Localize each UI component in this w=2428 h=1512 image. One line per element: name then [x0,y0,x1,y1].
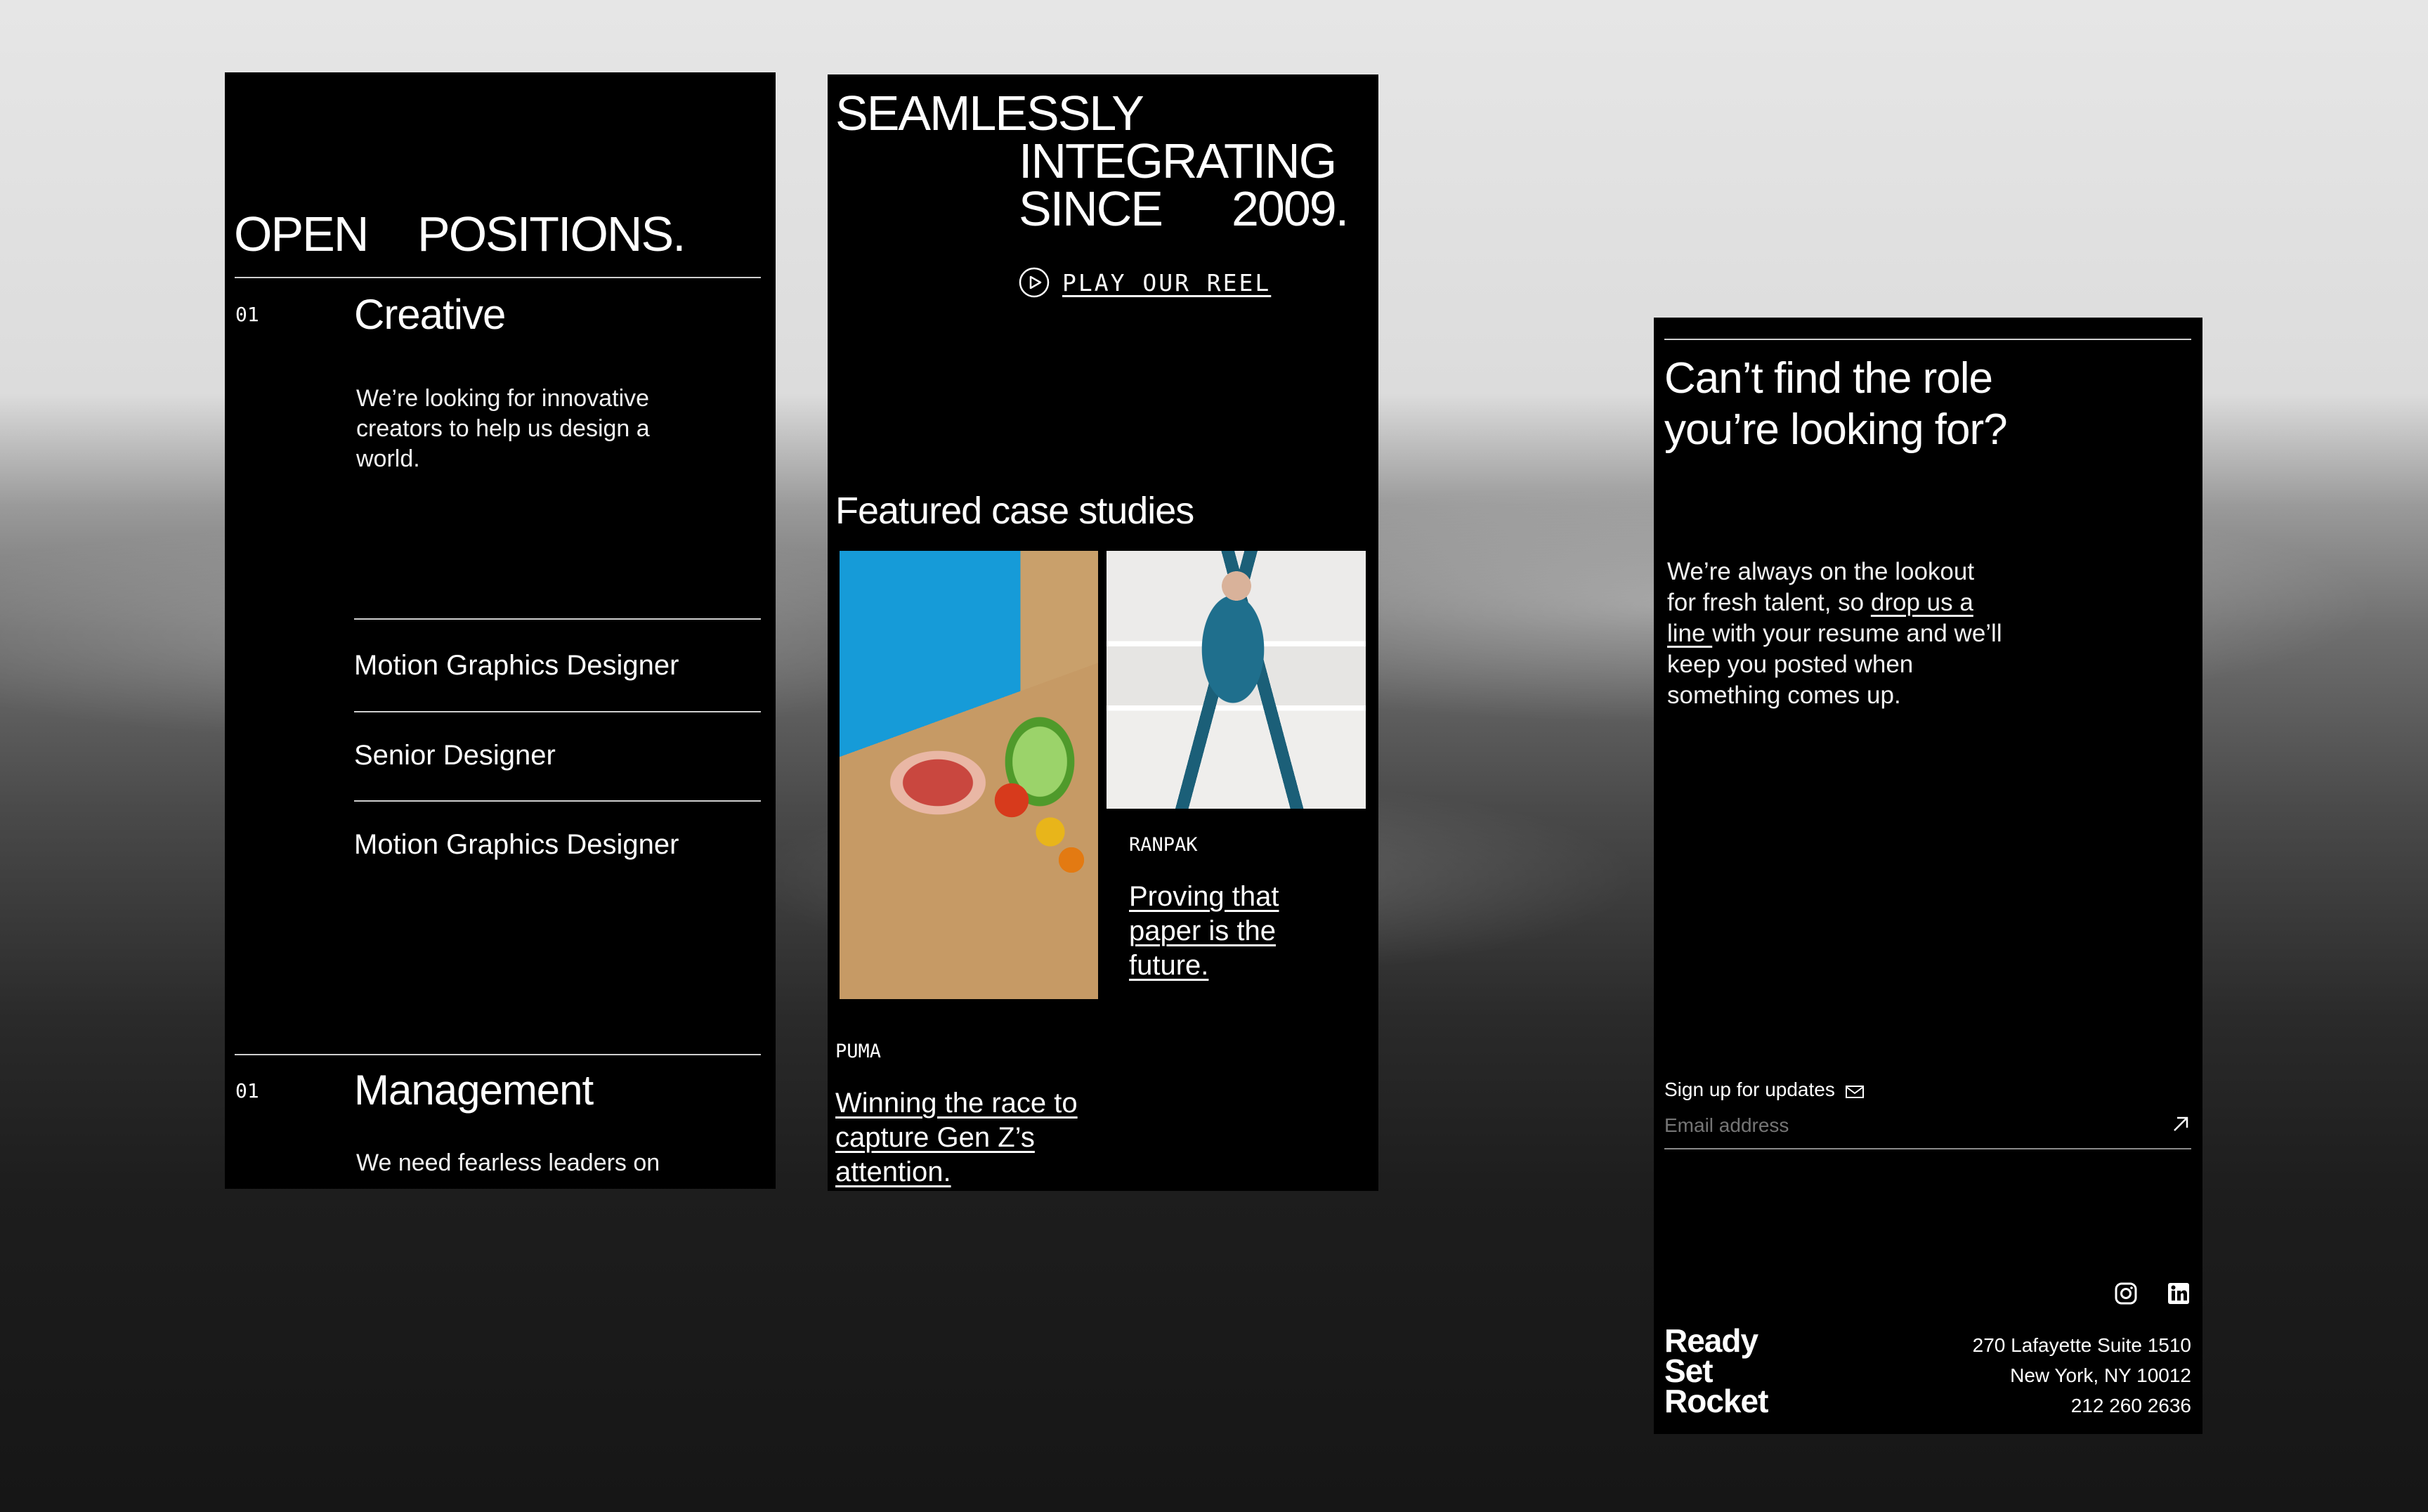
divider [354,800,761,802]
case-title-line: Proving that [1129,881,1279,912]
hero-line: SINCE [1019,181,1163,236]
case-title-line: future. [1129,950,1209,981]
divider [235,1054,761,1055]
linkedin-icon[interactable] [2167,1282,2191,1305]
contact-panel: Can’t find the role you’re looking for? … [1654,318,2202,1434]
contact-body: We’re always on the lookout for fresh ta… [1667,556,2061,711]
job-link[interactable]: Motion Graphics Designer [354,829,679,861]
address-line: 270 Lafayette Suite 1510 [1972,1334,2191,1356]
case-brand-ranpak: RANPAK [1129,834,1198,856]
category-index: 01 [235,1079,259,1102]
ready-set-rocket-logo[interactable]: Ready Set Rocket [1664,1322,1768,1419]
play-reel-label: PLAY OUR REEL [1062,268,1272,296]
ranpak-case-image[interactable] [1107,551,1366,809]
phone-number[interactable]: 212 260 2636 [1973,1390,2191,1421]
category-description: We need fearless leaders on [356,1149,660,1176]
category-title-management: Management [354,1067,594,1114]
job-link[interactable]: Senior Designer [354,740,556,771]
category-index: 01 [235,303,259,326]
category-description: We’re looking for innovative creators to… [356,385,650,472]
drop-us-a-line-link[interactable]: line [1667,620,1712,647]
heading-positions: POSITIONS. [417,207,686,261]
featured-heading: Featured case studies [835,490,1194,532]
case-title-puma[interactable]: Winning the race to capture Gen Z’s atte… [835,1086,1078,1190]
body-line: something comes up. [1667,682,1901,709]
role-question: Can’t find the role you’re looking for? [1664,353,2008,455]
signup-label: Sign up for updates [1664,1078,1835,1100]
case-brand-puma: PUMA [835,1041,882,1062]
divider [235,277,761,278]
logo-line: Set [1664,1353,1714,1389]
puma-case-image[interactable] [840,551,1098,999]
hero-line: SEAMLESSLY [835,86,1144,141]
play-reel-button[interactable]: PLAY OUR REEL [1019,267,1271,298]
body-line: for fresh talent, so drop us a [1667,587,2061,618]
body-line: keep you posted when [1667,651,1914,678]
body-line: line with your resume and we’ll [1667,618,2061,649]
drop-us-a-line-link[interactable]: drop us a [1871,589,1973,616]
address-block: 270 Lafayette Suite 1510 New York, NY 10… [1973,1330,2191,1421]
play-icon [1019,267,1050,298]
logo-line: Ready [1664,1322,1758,1359]
body-line: We’re always on the lookout [1667,558,1975,585]
body-text: with your resume and we’ll [1712,620,2002,647]
case-title-ranpak[interactable]: Proving that paper is the future. [1129,880,1279,983]
instagram-icon[interactable] [2114,1282,2138,1305]
signup-label-row: Sign up for updates [1664,1078,1865,1101]
role-question-line: you’re looking for? [1664,405,2008,454]
case-title-line: attention. [835,1156,951,1187]
divider [1664,339,2191,340]
divider [354,618,761,620]
case-title-line: paper is the [1129,915,1277,946]
case-title-line: Winning the race to [835,1088,1078,1119]
body-text: for fresh talent, so [1667,589,1871,616]
address-line: New York, NY 10012 [2010,1364,2191,1386]
category-title-creative: Creative [354,291,506,338]
heading-open: OPEN [234,207,369,261]
divider [354,711,761,712]
logo-line: Rocket [1664,1383,1768,1419]
hero-line: INTEGRATING [1019,133,1337,188]
mail-icon [1845,1082,1865,1098]
email-input[interactable] [1664,1108,2149,1143]
email-signup-form [1664,1108,2191,1150]
arrow-up-right-icon[interactable] [2170,1114,2191,1135]
email-underline [1664,1148,2191,1149]
home-panel: SEAMLESSLY INTEGRATING SINCE 2009. PLAY … [828,74,1378,1191]
case-title-line: capture Gen Z’s [835,1122,1035,1153]
job-link[interactable]: Motion Graphics Designer [354,650,679,682]
hero-line: 2009. [1232,181,1349,236]
open-positions-panel: OPEN POSITIONS. 01 Creative We’re lookin… [225,72,776,1189]
role-question-line: Can’t find the role [1664,354,1993,403]
